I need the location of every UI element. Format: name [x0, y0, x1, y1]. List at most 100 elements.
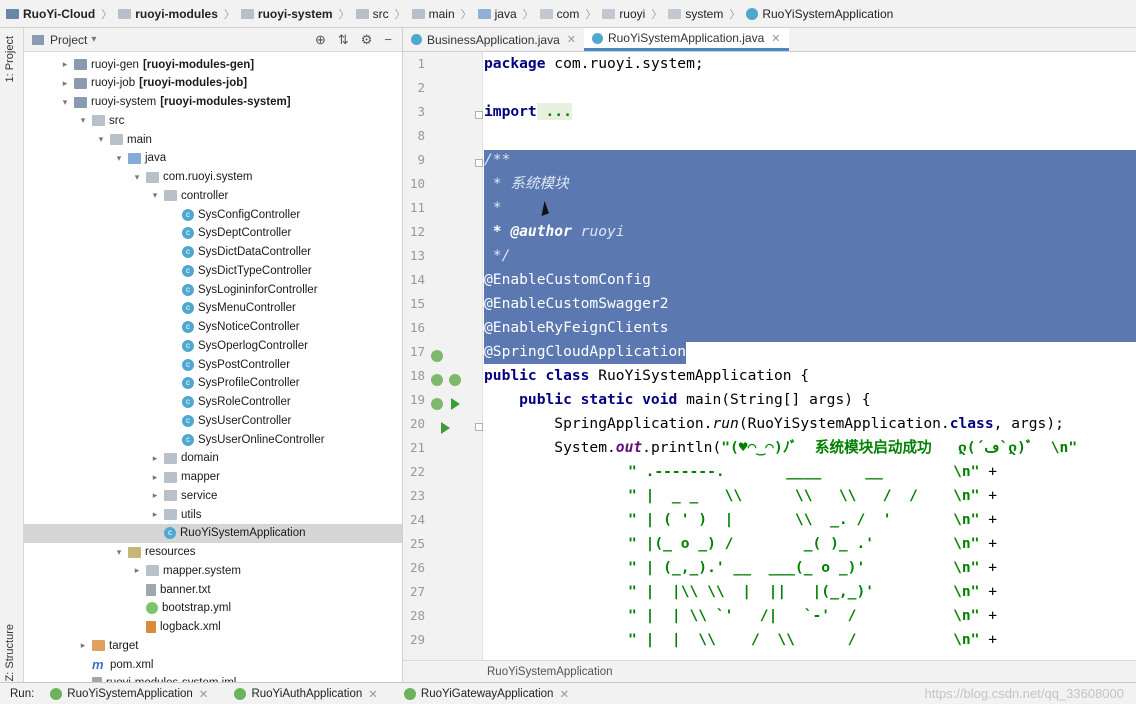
line-number: 3: [417, 104, 425, 119]
tree-item-src[interactable]: ▾ src: [24, 111, 402, 130]
tree-item-utils[interactable]: ▸ utils: [24, 505, 402, 524]
tree-item-class[interactable]: c SysPostController: [24, 355, 402, 374]
class-icon: c: [182, 246, 194, 258]
fold-marker-icon[interactable]: [475, 111, 483, 119]
project-panel: Project ▾ ⊕ ⇅ ⚙ − ▸ ruoyi-gen [ruoyi-modul…: [24, 28, 403, 682]
chevron-down-icon[interactable]: ▾: [78, 115, 88, 126]
breadcrumb-item[interactable]: ruoyi: [602, 7, 645, 21]
spring-bean-icon[interactable]: [431, 398, 443, 410]
run-icon[interactable]: [451, 398, 460, 410]
breadcrumb-item[interactable]: com: [539, 7, 579, 21]
chevron-down-icon[interactable]: ▾: [114, 547, 124, 558]
chevron-down-icon[interactable]: ▾: [96, 134, 106, 145]
minimize-icon[interactable]: −: [384, 32, 392, 48]
tree-item-pom[interactable]: m pom.xml: [24, 655, 402, 674]
tree-item-ruoyi-job[interactable]: ▸ ruoyi-job [ruoyi-modules-job]: [24, 74, 402, 93]
module-folder-icon: [74, 96, 87, 108]
breadcrumb-item[interactable]: src: [355, 7, 389, 21]
close-icon[interactable]: ✕: [368, 687, 378, 701]
tree-item-service[interactable]: ▸ service: [24, 486, 402, 505]
breadcrumb-item[interactable]: RuoYiSystemApplication: [746, 7, 893, 21]
run-tab-auth[interactable]: RuoYiAuthApplication ✕: [234, 687, 378, 701]
run-tab-system[interactable]: RuoYiSystemApplication ✕: [50, 687, 208, 701]
locate-icon[interactable]: ⊕: [315, 32, 326, 48]
tree-item-target[interactable]: ▸ target: [24, 636, 402, 655]
tree-item-domain[interactable]: ▸ domain: [24, 449, 402, 468]
spring-boot-icon[interactable]: [449, 374, 461, 386]
project-tool-tab[interactable]: 1: Project: [4, 36, 16, 82]
chevron-down-icon[interactable]: ▾: [132, 172, 142, 183]
tree-item-label: SysDictDataController: [198, 246, 312, 258]
gear-icon[interactable]: ⚙: [361, 32, 373, 48]
breadcrumb-item[interactable]: java: [477, 7, 517, 21]
tree-item-package[interactable]: ▾ com.ruoyi.system: [24, 168, 402, 187]
fold-marker-icon[interactable]: [475, 159, 483, 167]
tree-item-label: bootstrap.yml: [162, 602, 232, 615]
breadcrumb-item[interactable]: RuoYi-Cloud: [6, 7, 95, 21]
code-area[interactable]: package com.ruoyi.system; import ... /**…: [484, 52, 1136, 660]
tree-item-ruoyisystemapplication[interactable]: c RuoYiSystemApplication: [24, 523, 402, 543]
tree-item-class[interactable]: c SysDictTypeController: [24, 261, 402, 280]
class-icon: c: [182, 208, 194, 221]
chevron-right-icon[interactable]: ▸: [150, 490, 160, 501]
module-folder-icon: [74, 77, 87, 89]
breadcrumb-item[interactable]: system: [668, 7, 723, 21]
tree-item-bootstrap[interactable]: bootstrap.yml: [24, 599, 402, 618]
chevron-right-icon[interactable]: ▸: [78, 640, 88, 651]
close-icon[interactable]: ✕: [567, 33, 576, 46]
chevron-right-icon[interactable]: ▸: [150, 472, 160, 483]
project-panel-title[interactable]: Project: [50, 33, 87, 47]
run-tab-gateway[interactable]: RuoYiGatewayApplication ✕: [403, 687, 569, 701]
chevron-right-icon[interactable]: ▸: [132, 565, 142, 576]
chevron-down-icon[interactable]: ▾: [91, 34, 96, 45]
tree-item-class[interactable]: c SysUserOnlineController: [24, 430, 402, 449]
breadcrumb-item[interactable]: ruoyi-system: [240, 7, 333, 21]
editor-breadcrumb-item[interactable]: RuoYiSystemApplication: [487, 666, 613, 678]
tree-item-iml[interactable]: ruoyi-modules-system.iml: [24, 674, 402, 682]
tree-item-class[interactable]: c SysMenuController: [24, 299, 402, 318]
tree-item-ruoyi-gen[interactable]: ▸ ruoyi-gen [ruoyi-modules-gen]: [24, 55, 402, 74]
chevron-down-icon[interactable]: ▾: [60, 97, 70, 108]
close-icon[interactable]: ✕: [559, 687, 569, 701]
tree-item-banner[interactable]: banner.txt: [24, 580, 402, 599]
tree-item-class[interactable]: c SysRoleController: [24, 393, 402, 412]
tree-item-logback[interactable]: logback.xml: [24, 618, 402, 637]
breadcrumb-item[interactable]: ruoyi-modules: [118, 7, 218, 21]
fold-marker-icon[interactable]: [475, 423, 483, 431]
close-icon[interactable]: ✕: [771, 32, 780, 45]
tree-item-class[interactable]: c SysConfigController: [24, 205, 402, 224]
structure-tool-tab[interactable]: Z: Structure: [4, 624, 16, 681]
tree-item-class[interactable]: c SysProfileController: [24, 374, 402, 393]
tab-businessapplication[interactable]: BusinessApplication.java ✕: [403, 28, 584, 51]
tree-item-main[interactable]: ▾ main: [24, 130, 402, 149]
tree-item-class[interactable]: c SysDictDataController: [24, 243, 402, 262]
class-icon: c: [182, 321, 194, 333]
breadcrumb-item[interactable]: main: [411, 7, 455, 21]
tree-item-class[interactable]: c SysLogininforController: [24, 280, 402, 299]
chevron-right-icon: 〉: [460, 8, 472, 21]
spring-bean-icon[interactable]: [431, 350, 443, 362]
class-icon: c: [182, 264, 194, 277]
tree-item-java[interactable]: ▾ java: [24, 149, 402, 168]
chevron-right-icon[interactable]: ▸: [150, 509, 160, 520]
chevron-right-icon[interactable]: ▸: [60, 78, 70, 89]
close-icon[interactable]: ✕: [199, 687, 209, 701]
chevron-down-icon[interactable]: ▾: [114, 153, 124, 164]
tree-item-class[interactable]: c SysDeptController: [24, 224, 402, 243]
tree-item-class[interactable]: c SysNoticeController: [24, 318, 402, 337]
tree-item-class[interactable]: c SysOperlogController: [24, 336, 402, 355]
text-file-icon: [146, 583, 156, 596]
tree-item-controller[interactable]: ▾ controller: [24, 186, 402, 205]
chevron-down-icon[interactable]: ▾: [150, 190, 160, 201]
chevron-right-icon[interactable]: ▸: [60, 59, 70, 70]
run-icon[interactable]: [441, 422, 450, 434]
spring-bean-icon[interactable]: [431, 374, 443, 386]
tree-item-resources[interactable]: ▾ resources: [24, 543, 402, 562]
collapse-all-icon[interactable]: ⇅: [338, 32, 349, 48]
tree-item-ruoyi-system[interactable]: ▾ ruoyi-system [ruoyi-modules-system]: [24, 93, 402, 112]
tree-item-mapper[interactable]: ▸ mapper: [24, 468, 402, 487]
tree-item-mapper-system[interactable]: ▸ mapper.system: [24, 561, 402, 580]
tree-item-class[interactable]: c SysUserController: [24, 411, 402, 430]
tab-ruoyisystemapplication[interactable]: RuoYiSystemApplication.java ✕: [583, 28, 789, 51]
chevron-right-icon[interactable]: ▸: [150, 453, 160, 464]
